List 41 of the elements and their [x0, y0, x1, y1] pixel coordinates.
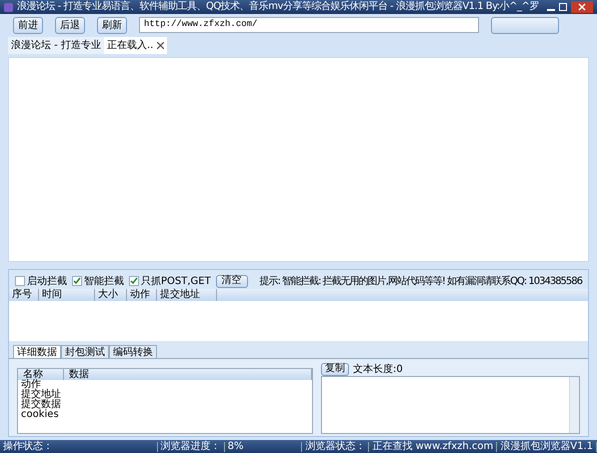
toolbar-button[interactable]: 刷新: [97, 16, 127, 34]
table-cell-text: 动作: [20, 380, 41, 390]
status-text: 浏览器进度：: [158, 442, 225, 452]
maximize-icon[interactable]: [559, 3, 567, 11]
check-icon: [73, 277, 81, 285]
window-title: 浪漫论坛 - 打造专业易语言、软件辅助工具、QQ技术、音乐mv分享等综合娱乐休闲平台 - 浪漫抓包浏览器V1.1 By:小^_^罗: [17, 2, 540, 12]
app-icon: [4, 2, 13, 12]
go-button[interactable]: [491, 16, 559, 34]
browser-tab[interactable]: 正在载入..: [104, 37, 168, 54]
text-length-label: 文本长度:0: [353, 362, 403, 376]
status-text: 正在查找 www.zfxzh.com: [369, 442, 498, 452]
checkbox[interactable]: [72, 276, 82, 286]
scrollbar[interactable]: [569, 377, 579, 433]
detail-tab[interactable]: 详细数据: [13, 345, 61, 358]
table-cell-text: cookies: [20, 410, 60, 420]
checkbox[interactable]: [129, 276, 139, 286]
browser-tab[interactable]: 浪漫论坛 - 打造专业: [8, 37, 104, 54]
check-icon: [130, 277, 138, 285]
toolbar-button[interactable]: 前进: [13, 16, 43, 34]
text-area[interactable]: [321, 376, 580, 434]
column-header[interactable]: 数据: [64, 369, 312, 380]
table-cell-text: 提交数据: [20, 400, 62, 410]
table-cell-text: 提交地址: [20, 390, 62, 400]
checkbox[interactable]: [15, 276, 25, 286]
detail-tab[interactable]: 编码转换: [109, 345, 157, 358]
checkbox-label: 智能拦截: [84, 274, 124, 288]
status-text: 浏览器状态：: [302, 442, 370, 452]
checkbox-label: 启动拦截: [27, 274, 67, 288]
hint-text: 提示: 智能拦截: 拦截无用的图片,网站代码等等! 如有漏洞请联系QQ: 1034385586: [260, 274, 582, 288]
checkbox-label: 只抓POST,GET: [141, 274, 211, 288]
address-field[interactable]: http://www.zfxzh.com/: [139, 17, 479, 33]
detail-tab[interactable]: 封包测试: [61, 345, 109, 358]
close-icon[interactable]: [571, 1, 593, 13]
status-text: 操作状态：: [0, 442, 158, 452]
clear-button[interactable]: 清空: [216, 274, 248, 288]
close-icon[interactable]: [157, 42, 164, 49]
copy-button[interactable]: 复制: [321, 362, 349, 376]
column-header[interactable]: 名称: [18, 369, 64, 380]
status-text: 浪漫抓包浏览器V1.1: [497, 442, 597, 452]
toolbar-button[interactable]: 后退: [55, 16, 85, 34]
status-text: 8%: [224, 442, 302, 452]
